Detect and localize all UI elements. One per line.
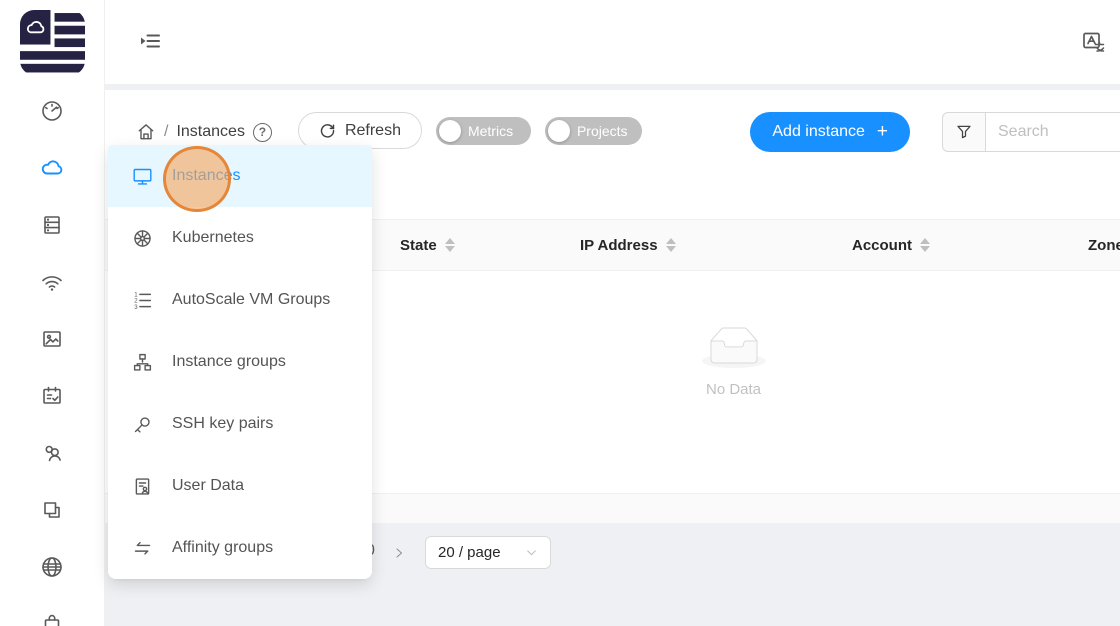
dashboard-icon[interactable] [40, 99, 64, 123]
menu-item-affinity-groups[interactable]: Affinity groups [108, 517, 372, 579]
page-size-value: 20 / page [438, 544, 501, 561]
main-area: / Instances ? Refresh Metrics Pro [105, 0, 1120, 626]
compute-cloud-icon[interactable] [40, 156, 64, 180]
projects-toggle[interactable]: Projects [545, 117, 642, 145]
add-instance-button[interactable]: Add instance + [750, 112, 910, 152]
plus-icon: + [877, 121, 888, 143]
breadcrumb-separator: / [164, 123, 168, 141]
refresh-icon [319, 122, 336, 139]
compute-dropdown-menu: Instances Kubernetes 123 AutoScale VM Gr… [108, 145, 372, 579]
refresh-label: Refresh [345, 122, 401, 140]
infrastructure-icon[interactable] [40, 612, 64, 626]
cloudstack-logo[interactable] [20, 10, 85, 75]
menu-item-autoscale-vm-groups[interactable]: 123 AutoScale VM Groups [108, 269, 372, 331]
page-size-select[interactable]: 20 / page [425, 536, 551, 569]
sorter-icon[interactable] [920, 238, 930, 252]
translation-icon[interactable] [1082, 30, 1106, 54]
column-header-ip-address[interactable]: IP Address [580, 237, 852, 254]
column-header-account[interactable]: Account [852, 237, 1088, 254]
toggle-knob [548, 120, 570, 142]
domains-icon[interactable] [40, 555, 64, 579]
images-icon[interactable] [40, 327, 64, 351]
home-icon[interactable] [136, 122, 156, 142]
sidebar-nav [40, 99, 64, 626]
projects-toggle-label: Projects [577, 123, 628, 139]
sorter-icon[interactable] [666, 238, 676, 252]
empty-state: No Data [702, 327, 766, 398]
column-header-state[interactable]: State [400, 237, 580, 254]
metrics-toggle[interactable]: Metrics [436, 117, 531, 145]
menu-item-instances[interactable]: Instances [108, 145, 372, 207]
network-icon[interactable] [40, 270, 64, 294]
sidebar [0, 0, 105, 626]
sitemap-icon [132, 352, 153, 373]
chevron-down-icon [525, 546, 538, 559]
menu-item-ssh-key-pairs[interactable]: SSH key pairs [108, 393, 372, 455]
help-icon[interactable]: ? [253, 123, 272, 142]
storage-icon[interactable] [40, 213, 64, 237]
refresh-button[interactable]: Refresh [298, 112, 422, 149]
accounts-icon[interactable] [40, 441, 64, 465]
user-file-icon [132, 476, 153, 497]
breadcrumb-current[interactable]: Instances [176, 123, 244, 141]
swap-arrows-icon [132, 538, 153, 559]
menu-unfold-icon[interactable] [138, 30, 162, 54]
metrics-toggle-label: Metrics [468, 123, 513, 139]
cloudstack-app: / Instances ? Refresh Metrics Pro [0, 0, 1120, 626]
column-header-zone[interactable]: Zone [1088, 237, 1120, 254]
add-instance-label: Add instance [772, 123, 865, 141]
projects-icon[interactable] [40, 498, 64, 522]
filter-button[interactable] [942, 112, 986, 152]
desktop-icon [132, 166, 153, 187]
empty-inbox-icon [702, 327, 766, 368]
filter-funnel-icon [955, 123, 973, 141]
topbar [105, 0, 1120, 84]
key-icon [132, 414, 153, 435]
toggle-knob [439, 120, 461, 142]
ordered-list-icon: 123 [132, 290, 153, 311]
menu-item-instance-groups[interactable]: Instance groups [108, 331, 372, 393]
svg-text:3: 3 [134, 303, 138, 310]
next-page-button[interactable] [387, 540, 411, 566]
search-group [942, 112, 1120, 152]
search-input[interactable] [986, 112, 1120, 152]
chevron-right-icon [393, 547, 405, 559]
menu-item-kubernetes[interactable]: Kubernetes [108, 207, 372, 269]
menu-item-user-data[interactable]: User Data [108, 455, 372, 517]
kubernetes-wheel-icon [132, 228, 153, 249]
sorter-icon[interactable] [445, 238, 455, 252]
events-icon[interactable] [40, 384, 64, 408]
no-data-text: No Data [702, 381, 766, 398]
